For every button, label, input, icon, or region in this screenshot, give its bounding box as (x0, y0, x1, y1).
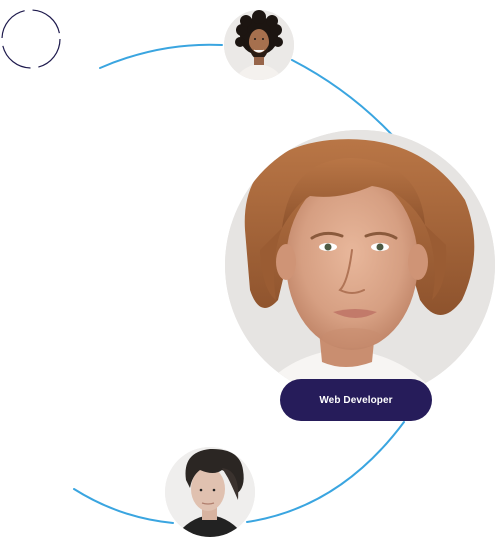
avatar-main (225, 130, 495, 400)
dashed-ring-icon (1, 9, 61, 69)
role-badge: Web Developer (280, 379, 432, 421)
avatar-top (224, 10, 294, 80)
orbit-scene (1, 9, 495, 537)
avatar-bottom (165, 447, 255, 537)
